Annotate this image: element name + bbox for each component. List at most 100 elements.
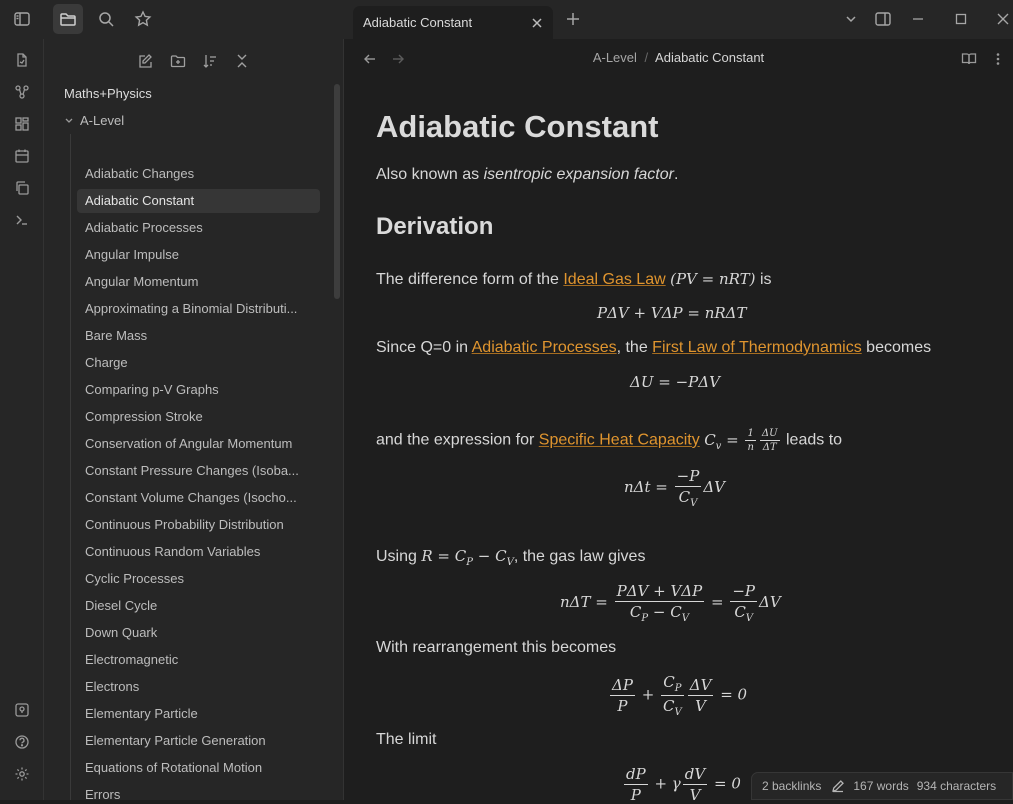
help-icon[interactable] xyxy=(7,728,37,756)
p1-pre: The difference form of the xyxy=(376,271,564,288)
new-note-icon[interactable] xyxy=(132,49,158,73)
equation-n-delta-t: nΔt = −P CV ΔV xyxy=(624,467,725,509)
vault-name[interactable]: Maths+Physics xyxy=(64,86,152,101)
file-explorer: Maths+Physics A-Level Adiabatic Changes A… xyxy=(44,39,344,800)
file-item[interactable]: Charge xyxy=(77,351,320,375)
file-item[interactable]: Constant Volume Changes (Isocho... xyxy=(77,486,320,510)
paragraph-ideal-gas: The difference form of the Ideal Gas Law… xyxy=(376,270,772,289)
calendar-icon[interactable] xyxy=(7,142,37,170)
intro-emphasis: isentropic expansion factor xyxy=(483,166,674,183)
file-item[interactable]: Diesel Cycle xyxy=(77,594,320,618)
sidebar-toggle-icon[interactable] xyxy=(7,4,37,34)
breadcrumb: A-Level / Adiabatic Constant xyxy=(344,50,1013,65)
equation-difference-form: PΔV + VΔP = nRΔT xyxy=(597,304,747,322)
file-item[interactable]: Elementary Particle Generation xyxy=(77,729,320,753)
equation-rearranged: ΔP P + CP CV ΔV V = 0 xyxy=(610,673,748,718)
file-item[interactable]: Equations of Rotational Motion xyxy=(77,756,320,780)
file-item[interactable]: Elementary Particle xyxy=(77,702,320,726)
p4-pre: Using xyxy=(376,548,422,565)
intro-post: . xyxy=(673,166,679,183)
math-ideal-gas: (PV = nRT) xyxy=(670,270,756,288)
file-item[interactable]: Adiabatic Changes xyxy=(77,162,320,186)
sidebar-scrollbar[interactable] xyxy=(334,84,340,299)
more-options-icon[interactable] xyxy=(986,48,1010,70)
status-bar: 2 backlinks 167 words 934 characters xyxy=(751,772,1013,800)
file-item[interactable]: Down Quark xyxy=(77,621,320,645)
math-cv-definition: Cv = 1 n ΔU ΔT xyxy=(704,428,780,453)
paragraph-the-limit: The limit xyxy=(376,731,437,748)
plus-icon[interactable] xyxy=(558,4,588,34)
file-item[interactable]: Adiabatic Processes xyxy=(77,216,320,240)
intro-pre: Also known as xyxy=(376,166,484,183)
paragraph-rearrangement: With rearrangement this becomes xyxy=(376,639,617,656)
breadcrumb-current[interactable]: Adiabatic Constant xyxy=(655,50,764,65)
backlinks-count[interactable]: 2 backlinks xyxy=(762,779,821,793)
word-count: 167 words xyxy=(853,779,909,793)
file-item[interactable]: Angular Impulse xyxy=(77,243,320,267)
chevron-down-icon xyxy=(64,116,74,126)
paragraph-first-law: Since Q=0 in Adiabatic Processes, the Fi… xyxy=(376,339,931,357)
sort-icon[interactable] xyxy=(197,49,223,73)
editor-pane: A-Level / Adiabatic Constant Adiabatic C… xyxy=(344,39,1013,804)
file-item[interactable]: Cyclic Processes xyxy=(77,567,320,591)
link-ideal-gas-law[interactable]: Ideal Gas Law xyxy=(563,271,665,288)
canvas-icon[interactable] xyxy=(7,110,37,138)
reading-view-icon[interactable] xyxy=(957,48,981,70)
file-item[interactable]: Errors xyxy=(77,783,320,800)
math-r-definition: R = CP − CV xyxy=(421,547,514,568)
file-item[interactable]: Angular Momentum xyxy=(77,270,320,294)
heading-derivation: Derivation xyxy=(376,213,494,240)
p4-post: , the gas law gives xyxy=(513,548,646,565)
close-icon[interactable] xyxy=(527,13,547,33)
chevron-down-icon[interactable] xyxy=(836,4,866,34)
window-close-icon[interactable] xyxy=(988,4,1013,34)
file-item[interactable]: Continuous Probability Distribution xyxy=(77,513,320,537)
left-ribbon xyxy=(0,39,44,800)
title-bar: Adiabatic Constant xyxy=(0,0,1013,39)
new-folder-icon[interactable] xyxy=(165,49,191,73)
p2-mid: , the xyxy=(616,339,653,356)
file-item[interactable]: Conservation of Angular Momentum xyxy=(77,432,320,456)
breadcrumb-parent[interactable]: A-Level xyxy=(593,50,637,65)
search-icon[interactable] xyxy=(91,4,121,34)
p1-post: is xyxy=(755,271,772,288)
file-item[interactable]: Comparing p-V Graphs xyxy=(77,378,320,402)
edit-pencil-icon[interactable] xyxy=(831,779,845,793)
file-item[interactable]: Electrons xyxy=(77,675,320,699)
folder-a-level[interactable]: A-Level xyxy=(64,113,124,128)
star-icon[interactable] xyxy=(128,4,158,34)
maximize-icon[interactable] xyxy=(946,4,976,34)
link-specific-heat-capacity[interactable]: Specific Heat Capacity xyxy=(539,432,700,449)
tab-title: Adiabatic Constant xyxy=(363,15,473,30)
paragraph-heat-capacity: and the expression for Specific Heat Cap… xyxy=(376,428,842,453)
link-first-law[interactable]: First Law of Thermodynamics xyxy=(652,339,862,356)
right-sidebar-icon[interactable] xyxy=(868,4,898,34)
settings-icon[interactable] xyxy=(7,760,37,788)
copy-icon[interactable] xyxy=(7,174,37,202)
tab-adiabatic-constant[interactable]: Adiabatic Constant xyxy=(353,6,553,39)
breadcrumb-separator: / xyxy=(644,50,649,65)
file-item[interactable]: Continuous Random Variables xyxy=(77,540,320,564)
paragraph-using-r: Using R = CP − CV, the gas law gives xyxy=(376,547,645,568)
graph-icon[interactable] xyxy=(7,78,37,106)
folder-label: A-Level xyxy=(80,113,125,128)
p3-pre: and the expression for xyxy=(376,431,539,449)
link-adiabatic-processes[interactable]: Adiabatic Processes xyxy=(472,339,617,356)
new-file-icon[interactable] xyxy=(7,46,37,74)
intro-paragraph: Also known as isentropic expansion facto… xyxy=(376,166,678,184)
p3-post: leads to xyxy=(781,431,843,449)
file-item[interactable]: Compression Stroke xyxy=(77,405,320,429)
equation-limit: dP P + γ dV V = 0 xyxy=(624,765,741,804)
folder-icon[interactable] xyxy=(53,4,83,34)
file-item[interactable]: Electromagnetic xyxy=(77,648,320,672)
file-item[interactable]: Approximating a Binomial Distributi... xyxy=(77,297,320,321)
minimize-icon[interactable] xyxy=(903,4,933,34)
file-item[interactable]: Constant Pressure Changes (Isoba... xyxy=(77,459,320,483)
note-title: Adiabatic Constant xyxy=(376,109,659,144)
file-item[interactable]: Bare Mass xyxy=(77,324,320,348)
file-item[interactable]: Adiabatic Constant xyxy=(77,189,320,213)
p2-pre: Since Q=0 in xyxy=(376,339,472,356)
terminal-icon[interactable] xyxy=(7,206,37,234)
collapse-icon[interactable] xyxy=(229,49,255,73)
vault-switch-icon[interactable] xyxy=(7,696,37,724)
